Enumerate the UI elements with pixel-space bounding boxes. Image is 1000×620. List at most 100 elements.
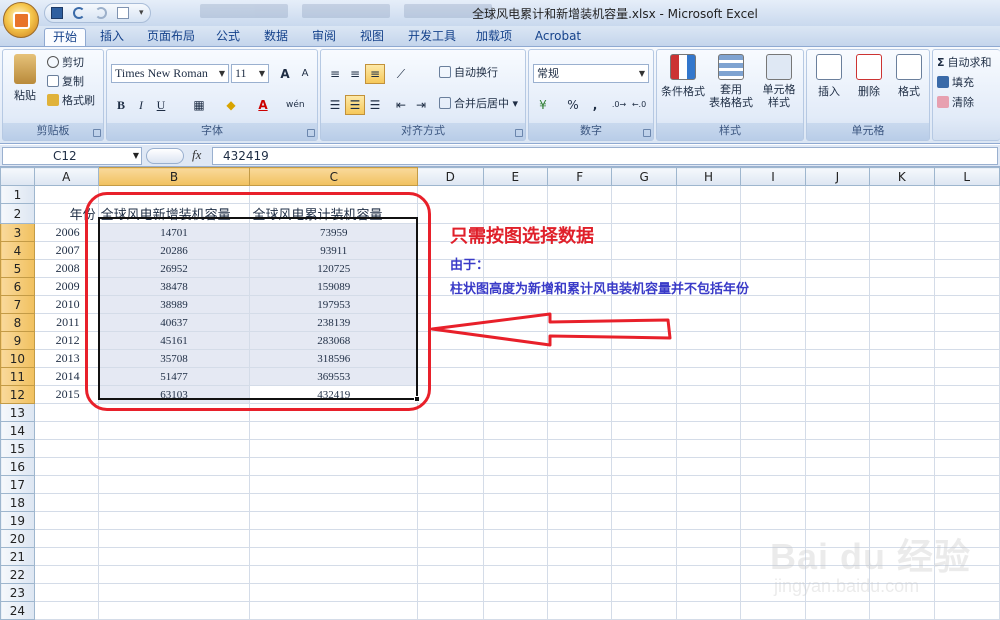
clipboard-launcher-icon[interactable]	[93, 129, 101, 137]
empty-cell[interactable]	[546, 547, 613, 566]
empty-cell[interactable]	[675, 259, 742, 278]
cell-c[interactable]	[249, 493, 419, 512]
empty-cell[interactable]	[611, 565, 677, 584]
cell-c[interactable]: 93911	[249, 241, 419, 260]
delete-cells-button[interactable]: 删除	[851, 54, 887, 99]
chevron-down-icon[interactable]: ▼	[133, 148, 139, 164]
cell-a[interactable]	[33, 565, 99, 584]
cell-a[interactable]	[33, 601, 99, 620]
empty-cell[interactable]	[482, 439, 548, 458]
column-header[interactable]: C	[249, 167, 419, 186]
empty-cell[interactable]	[804, 295, 871, 314]
empty-cell[interactable]	[804, 277, 871, 296]
align-middle-icon[interactable]: ≡	[345, 64, 365, 84]
empty-cell[interactable]	[869, 277, 935, 296]
increase-indent-icon[interactable]: ⇥	[411, 95, 431, 115]
cell-c[interactable]: 全球风电累计装机容量	[249, 203, 419, 224]
empty-cell[interactable]	[804, 439, 871, 458]
empty-cell[interactable]	[675, 403, 742, 422]
cell-b[interactable]	[97, 475, 251, 494]
alignment-launcher-icon[interactable]	[515, 129, 523, 137]
empty-cell[interactable]	[804, 313, 871, 332]
select-all-corner[interactable]	[0, 167, 35, 186]
row-header[interactable]: 4	[0, 241, 35, 260]
empty-cell[interactable]	[675, 349, 742, 368]
empty-cell[interactable]	[740, 493, 806, 512]
cell-a[interactable]: 2010	[33, 295, 99, 314]
font-size-select[interactable]: 11 ▼	[231, 64, 269, 83]
fill-handle[interactable]	[414, 396, 420, 402]
empty-cell[interactable]	[482, 475, 548, 494]
empty-cell[interactable]	[933, 313, 1000, 332]
tab-insert[interactable]: 插入	[94, 28, 130, 46]
cell-b[interactable]	[97, 565, 251, 584]
align-center-icon[interactable]: ☰	[345, 95, 365, 115]
cell-a[interactable]: 2008	[33, 259, 99, 278]
row-header[interactable]: 7	[0, 295, 35, 314]
row-header[interactable]: 2	[0, 203, 35, 224]
empty-cell[interactable]	[740, 259, 806, 278]
cell-b[interactable]	[97, 511, 251, 530]
empty-cell[interactable]	[740, 331, 806, 350]
cell-a[interactable]	[33, 583, 99, 602]
column-header[interactable]: L	[933, 167, 1000, 186]
column-header[interactable]: H	[675, 167, 742, 186]
empty-cell[interactable]	[546, 583, 613, 602]
empty-cell[interactable]	[675, 223, 742, 242]
row-header[interactable]: 8	[0, 313, 35, 332]
row-header[interactable]: 19	[0, 511, 35, 530]
number-launcher-icon[interactable]	[643, 129, 651, 137]
cell-a[interactable]	[33, 547, 99, 566]
empty-cell[interactable]	[740, 313, 806, 332]
empty-cell[interactable]	[611, 203, 677, 224]
underline-button[interactable]: U	[151, 95, 171, 115]
cell-b[interactable]: 38478	[97, 277, 251, 296]
empty-cell[interactable]	[675, 313, 742, 332]
cell-b[interactable]	[97, 583, 251, 602]
paste-button[interactable]: 粘贴	[7, 54, 43, 103]
empty-cell[interactable]	[611, 457, 677, 476]
clear-button[interactable]: 清除	[937, 94, 974, 112]
empty-cell[interactable]	[869, 223, 935, 242]
cell-c[interactable]: 73959	[249, 223, 419, 242]
cell-c[interactable]: 159089	[249, 277, 419, 296]
tab-home[interactable]: 开始	[44, 28, 86, 46]
copy-button[interactable]: 复制	[47, 73, 84, 91]
empty-cell[interactable]	[869, 185, 935, 204]
empty-cell[interactable]	[417, 203, 484, 224]
empty-cell[interactable]	[675, 421, 742, 440]
row-header[interactable]: 20	[0, 529, 35, 548]
cell-a[interactable]	[33, 511, 99, 530]
row-header[interactable]: 16	[0, 457, 35, 476]
empty-cell[interactable]	[482, 259, 548, 278]
fill-button[interactable]: 填充	[937, 74, 974, 92]
cell-c[interactable]: 432419	[249, 385, 419, 404]
empty-cell[interactable]	[933, 259, 1000, 278]
cell-b[interactable]: 14701	[97, 223, 251, 242]
cut-button[interactable]: 剪切	[47, 54, 84, 72]
tab-view[interactable]: 视图	[354, 28, 390, 46]
empty-cell[interactable]	[804, 223, 871, 242]
empty-cell[interactable]	[740, 421, 806, 440]
cell-c[interactable]	[249, 565, 419, 584]
empty-cell[interactable]	[675, 493, 742, 512]
empty-cell[interactable]	[546, 259, 613, 278]
empty-cell[interactable]	[611, 547, 677, 566]
row-header[interactable]: 12	[0, 385, 35, 404]
empty-cell[interactable]	[611, 529, 677, 548]
empty-cell[interactable]	[869, 313, 935, 332]
shrink-font-button[interactable]: A	[295, 64, 315, 84]
empty-cell[interactable]	[740, 457, 806, 476]
cell-b[interactable]: 40637	[97, 313, 251, 332]
empty-cell[interactable]	[804, 259, 871, 278]
decrease-indent-icon[interactable]: ⇤	[391, 95, 411, 115]
empty-cell[interactable]	[869, 385, 935, 404]
empty-cell[interactable]	[869, 203, 935, 224]
empty-cell[interactable]	[675, 295, 742, 314]
cell-b[interactable]	[97, 185, 251, 204]
empty-cell[interactable]	[804, 349, 871, 368]
empty-cell[interactable]	[675, 547, 742, 566]
cell-a[interactable]	[33, 403, 99, 422]
decrease-decimal-icon[interactable]: ←.0	[629, 95, 649, 115]
column-header[interactable]: B	[97, 167, 251, 186]
